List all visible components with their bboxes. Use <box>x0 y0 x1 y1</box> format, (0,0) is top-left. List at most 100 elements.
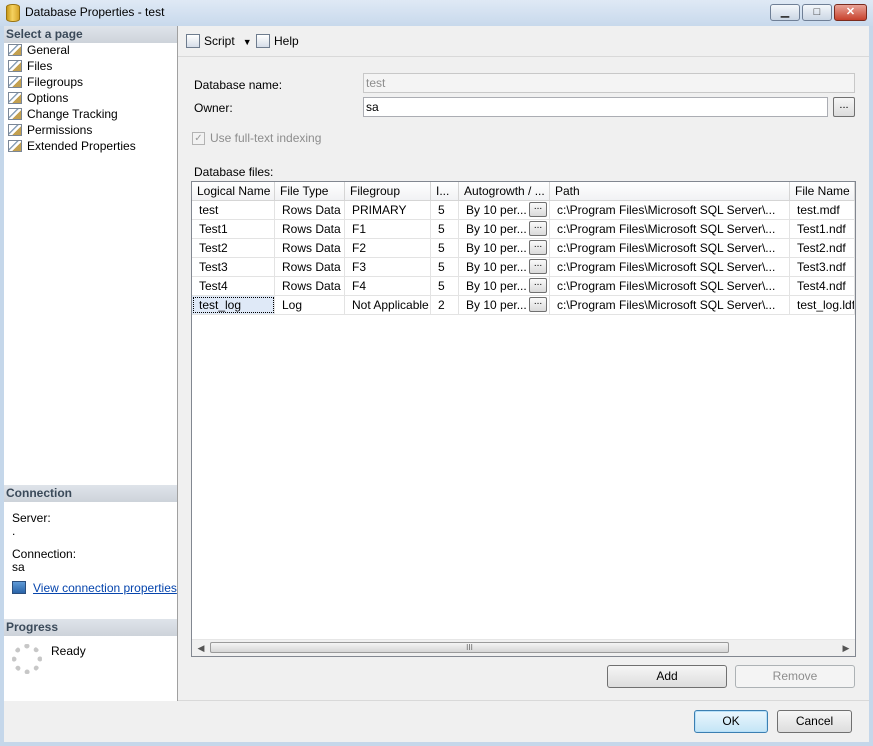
progress-header: Progress <box>4 619 177 636</box>
cell-filegroup[interactable]: F1 <box>345 220 431 238</box>
remove-button: Remove <box>735 665 855 688</box>
owner-label: Owner: <box>194 101 233 115</box>
cell-file-type[interactable]: Rows Data <box>275 277 345 295</box>
cell-initial-size[interactable]: 5 <box>431 201 459 219</box>
cell-path[interactable]: c:\Program Files\Microsoft SQL Server\..… <box>550 277 790 295</box>
cell-logical-name[interactable]: Test3 <box>192 258 275 276</box>
autogrowth-button[interactable]: ... <box>529 297 547 312</box>
cell-filegroup[interactable]: F2 <box>345 239 431 257</box>
autogrowth-button[interactable]: ... <box>529 240 547 255</box>
column-header-file-type[interactable]: File Type <box>275 182 345 200</box>
page-item-files[interactable]: Files <box>8 58 52 74</box>
cell-file-name[interactable]: test.mdf <box>790 201 855 219</box>
view-connection-properties-link[interactable]: View connection properties <box>12 581 177 595</box>
table-row[interactable]: Test1 Rows Data F1 5 By 10 per... ... c:… <box>192 220 855 239</box>
help-button[interactable]: Help <box>256 33 299 49</box>
page-item-options[interactable]: Options <box>8 90 68 106</box>
cell-filegroup[interactable]: PRIMARY <box>345 201 431 219</box>
database-name-label: Database name: <box>194 78 283 92</box>
cell-initial-size[interactable]: 5 <box>431 220 459 238</box>
chevron-down-icon[interactable]: ▼ <box>243 34 252 50</box>
page-icon <box>8 108 22 120</box>
server-label: Server: <box>12 511 51 525</box>
scroll-left-icon[interactable]: ◀ <box>194 642 208 654</box>
autogrowth-button[interactable]: ... <box>529 221 547 236</box>
table-row[interactable]: test_log Log Not Applicable 2 By 10 per.… <box>192 296 855 315</box>
cancel-button[interactable]: Cancel <box>777 710 852 733</box>
cell-filegroup[interactable]: Not Applicable <box>345 296 431 314</box>
table-row[interactable]: Test2 Rows Data F2 5 By 10 per... ... c:… <box>192 239 855 258</box>
cell-file-name[interactable]: test_log.ldf <box>790 296 855 314</box>
window-title: Database Properties - test <box>25 5 165 19</box>
page-item-permissions[interactable]: Permissions <box>8 122 92 138</box>
page-icon <box>8 124 22 136</box>
cell-initial-size[interactable]: 5 <box>431 277 459 295</box>
cell-logical-name[interactable]: Test1 <box>192 220 275 238</box>
autogrowth-button[interactable]: ... <box>529 202 547 217</box>
cell-path[interactable]: c:\Program Files\Microsoft SQL Server\..… <box>550 239 790 257</box>
cell-path[interactable]: c:\Program Files\Microsoft SQL Server\..… <box>550 220 790 238</box>
cell-file-type[interactable]: Rows Data <box>275 258 345 276</box>
script-icon <box>186 34 200 48</box>
autogrowth-button[interactable]: ... <box>529 259 547 274</box>
table-row[interactable]: test Rows Data PRIMARY 5 By 10 per... ..… <box>192 201 855 220</box>
close-button[interactable]: ✕ <box>834 4 867 21</box>
table-row[interactable]: Test4 Rows Data F4 5 By 10 per... ... c:… <box>192 277 855 296</box>
select-page-header: Select a page <box>4 26 177 43</box>
toolbar: Script ▼ Help <box>178 26 869 57</box>
server-value: . <box>12 524 16 538</box>
title-bar: Database Properties - test ▁ □ ✕ <box>0 0 873 26</box>
progress-status: Ready <box>51 644 86 658</box>
database-icon <box>6 4 20 22</box>
cell-initial-size[interactable]: 5 <box>431 258 459 276</box>
page-icon <box>8 140 22 152</box>
add-button[interactable]: Add <box>607 665 727 688</box>
page-item-filegroups[interactable]: Filegroups <box>8 74 83 90</box>
cell-logical-name[interactable]: Test2 <box>192 239 275 257</box>
column-header-filegroup[interactable]: Filegroup <box>345 182 431 200</box>
column-header-autogrowth[interactable]: Autogrowth / ... <box>459 182 550 200</box>
cell-file-name[interactable]: Test1.ndf <box>790 220 855 238</box>
cell-file-type[interactable]: Rows Data <box>275 201 345 219</box>
scroll-right-icon[interactable]: ▶ <box>839 642 853 654</box>
cell-filegroup[interactable]: F4 <box>345 277 431 295</box>
horizontal-scrollbar[interactable]: ◀ III ▶ <box>192 639 855 656</box>
script-button[interactable]: Script ▼ <box>186 33 252 50</box>
ok-button[interactable]: OK <box>694 710 768 733</box>
cell-file-name[interactable]: Test4.ndf <box>790 277 855 295</box>
cell-file-type[interactable]: Log <box>275 296 345 314</box>
cell-file-type[interactable]: Rows Data <box>275 239 345 257</box>
owner-field[interactable]: sa <box>363 97 828 117</box>
column-header-logical-name[interactable]: Logical Name <box>192 182 275 200</box>
maximize-button[interactable]: □ <box>802 4 832 21</box>
column-header-path[interactable]: Path <box>550 182 790 200</box>
cell-file-name[interactable]: Test2.ndf <box>790 239 855 257</box>
cell-logical-name[interactable]: test_log <box>192 296 275 314</box>
minimize-button[interactable]: ▁ <box>770 4 800 21</box>
scrollbar-thumb[interactable]: III <box>210 642 729 653</box>
page-item-general[interactable]: General <box>8 42 70 58</box>
database-files-grid[interactable]: Logical Name File Type Filegroup I... Au… <box>191 181 856 657</box>
cell-path[interactable]: c:\Program Files\Microsoft SQL Server\..… <box>550 258 790 276</box>
cell-filegroup[interactable]: F3 <box>345 258 431 276</box>
database-files-label: Database files: <box>194 165 274 179</box>
cell-path[interactable]: c:\Program Files\Microsoft SQL Server\..… <box>550 296 790 314</box>
owner-browse-button[interactable]: ... <box>833 97 855 117</box>
cell-logical-name[interactable]: test <box>192 201 275 219</box>
column-header-initial-size[interactable]: I... <box>431 182 459 200</box>
cell-logical-name[interactable]: Test4 <box>192 277 275 295</box>
page-item-change-tracking[interactable]: Change Tracking <box>8 106 118 122</box>
page-icon <box>8 76 22 88</box>
dialog-client: Select a page General Files Filegroups O… <box>4 26 869 742</box>
page-item-extended-properties[interactable]: Extended Properties <box>8 138 136 154</box>
cell-initial-size[interactable]: 5 <box>431 239 459 257</box>
table-row[interactable]: Test3 Rows Data F3 5 By 10 per... ... c:… <box>192 258 855 277</box>
cell-path[interactable]: c:\Program Files\Microsoft SQL Server\..… <box>550 201 790 219</box>
cell-initial-size[interactable]: 2 <box>431 296 459 314</box>
autogrowth-button[interactable]: ... <box>529 278 547 293</box>
progress-spinner-icon <box>12 644 42 674</box>
cell-file-type[interactable]: Rows Data <box>275 220 345 238</box>
cell-file-name[interactable]: Test3.ndf <box>790 258 855 276</box>
connection-value: sa <box>12 560 25 574</box>
column-header-file-name[interactable]: File Name <box>790 182 855 200</box>
